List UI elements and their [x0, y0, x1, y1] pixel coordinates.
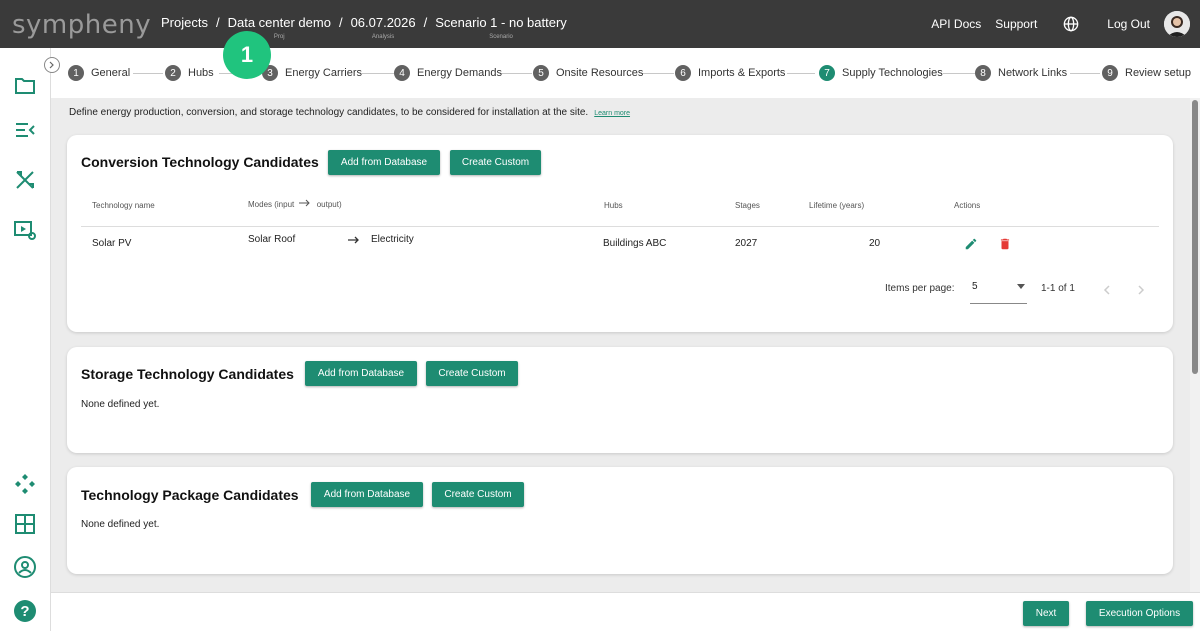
- next-button[interactable]: Next: [1023, 601, 1069, 626]
- breadcrumb-project[interactable]: Data center demo Proj: [228, 15, 331, 40]
- col-actions: Actions: [954, 201, 981, 210]
- row-arrow-right-icon: [348, 236, 359, 244]
- items-per-page-label: Items per page:: [885, 283, 955, 294]
- learn-more-link[interactable]: Learn more: [594, 110, 630, 117]
- chevron-right-icon: [49, 61, 54, 69]
- video-settings-icon[interactable]: [13, 218, 37, 242]
- app-logo[interactable]: sympheny: [12, 10, 151, 40]
- execution-options-button[interactable]: Execution Options: [1086, 601, 1193, 626]
- row-stages: 2027: [735, 238, 758, 249]
- conversion-card: Conversion Technology Candidates Add fro…: [67, 135, 1173, 332]
- chevron-down-icon: [1017, 284, 1025, 289]
- step-general[interactable]: 1 General: [68, 65, 130, 81]
- package-add-from-database-button[interactable]: Add from Database: [311, 482, 423, 507]
- globe-icon[interactable]: [1063, 16, 1079, 32]
- support-link[interactable]: Support: [995, 17, 1037, 31]
- row-input: Solar Roof: [248, 234, 296, 245]
- collapse-sidebar-button[interactable]: [44, 57, 60, 73]
- svg-text:?: ?: [20, 603, 29, 620]
- step-hubs[interactable]: 2 Hubs: [165, 65, 214, 81]
- dashboard-icon[interactable]: [13, 512, 37, 536]
- row-lifetime: 20: [869, 238, 881, 249]
- step-energy-demands[interactable]: 4 Energy Demands: [394, 65, 502, 81]
- step-review-setup[interactable]: 9 Review setup: [1102, 65, 1191, 81]
- step-network-links[interactable]: 8 Network Links: [975, 65, 1067, 81]
- avatar[interactable]: [1164, 11, 1190, 37]
- row-name: Solar PV: [92, 238, 132, 249]
- account-icon[interactable]: [13, 555, 37, 579]
- step-energy-carriers[interactable]: 3 Energy Carriers: [262, 65, 362, 81]
- help-icon[interactable]: ?: [13, 599, 37, 623]
- page-description: Define energy production, conversion, an…: [69, 107, 631, 118]
- arrow-right-icon: [299, 199, 311, 207]
- tools-icon[interactable]: [13, 168, 37, 192]
- list-collapse-icon[interactable]: [13, 118, 37, 142]
- user-photo-icon: [1164, 11, 1190, 37]
- storage-title: Storage Technology Candidates: [81, 366, 294, 382]
- delete-icon[interactable]: [998, 237, 1012, 251]
- conversion-create-custom-button[interactable]: Create Custom: [450, 150, 541, 175]
- row-hubs: Buildings ABC: [603, 238, 667, 249]
- conversion-add-from-database-button[interactable]: Add from Database: [328, 150, 440, 175]
- package-title: Technology Package Candidates: [81, 487, 299, 503]
- breadcrumb-projects[interactable]: Projects: [161, 15, 208, 30]
- prev-page-icon[interactable]: [1103, 285, 1111, 295]
- row-output: Electricity: [371, 234, 414, 245]
- step-badge: 1: [223, 31, 271, 79]
- storage-add-from-database-button[interactable]: Add from Database: [305, 361, 417, 386]
- sidebar: ?: [0, 48, 51, 631]
- main-scrollbar[interactable]: [1190, 98, 1200, 592]
- breadcrumb-scenario[interactable]: Scenario 1 - no battery Scenario: [435, 15, 567, 40]
- pagination-range: 1-1 of 1: [1041, 283, 1075, 294]
- next-page-icon[interactable]: [1137, 285, 1145, 295]
- col-modes: Modes (input output): [248, 199, 342, 209]
- top-bar: sympheny Projects / Data center demo Proj…: [0, 0, 1200, 48]
- col-hubs: Hubs: [604, 201, 623, 210]
- col-lifetime: Lifetime (years): [809, 201, 865, 210]
- breadcrumb-analysis[interactable]: 06.07.2026 Analysis: [351, 15, 416, 40]
- storage-card: Storage Technology Candidates Add from D…: [67, 347, 1173, 453]
- col-stages: Stages: [735, 201, 760, 210]
- step-onsite-resources[interactable]: 5 Onsite Resources: [533, 65, 643, 81]
- edit-icon[interactable]: [964, 237, 978, 251]
- package-card: Technology Package Candidates Add from D…: [67, 467, 1173, 574]
- logout-link[interactable]: Log Out: [1107, 17, 1150, 31]
- folder-icon[interactable]: [13, 74, 37, 98]
- api-docs-link[interactable]: API Docs: [931, 17, 981, 31]
- storage-empty-text: None defined yet.: [81, 399, 160, 410]
- package-empty-text: None defined yet.: [81, 519, 160, 530]
- storage-create-custom-button[interactable]: Create Custom: [426, 361, 518, 386]
- col-technology-name: Technology name: [92, 201, 155, 210]
- step-imports-exports[interactable]: 6 Imports & Exports: [675, 65, 785, 81]
- scrollbar-thumb[interactable]: [1192, 100, 1198, 374]
- package-create-custom-button[interactable]: Create Custom: [432, 482, 524, 507]
- items-per-page-select[interactable]: 5: [970, 274, 1027, 304]
- step-supply-technologies[interactable]: 7 Supply Technologies: [819, 65, 943, 81]
- network-icon[interactable]: [13, 472, 37, 496]
- conversion-title: Conversion Technology Candidates: [81, 154, 319, 170]
- breadcrumb: Projects / Data center demo Proj / 06.07.…: [161, 15, 567, 40]
